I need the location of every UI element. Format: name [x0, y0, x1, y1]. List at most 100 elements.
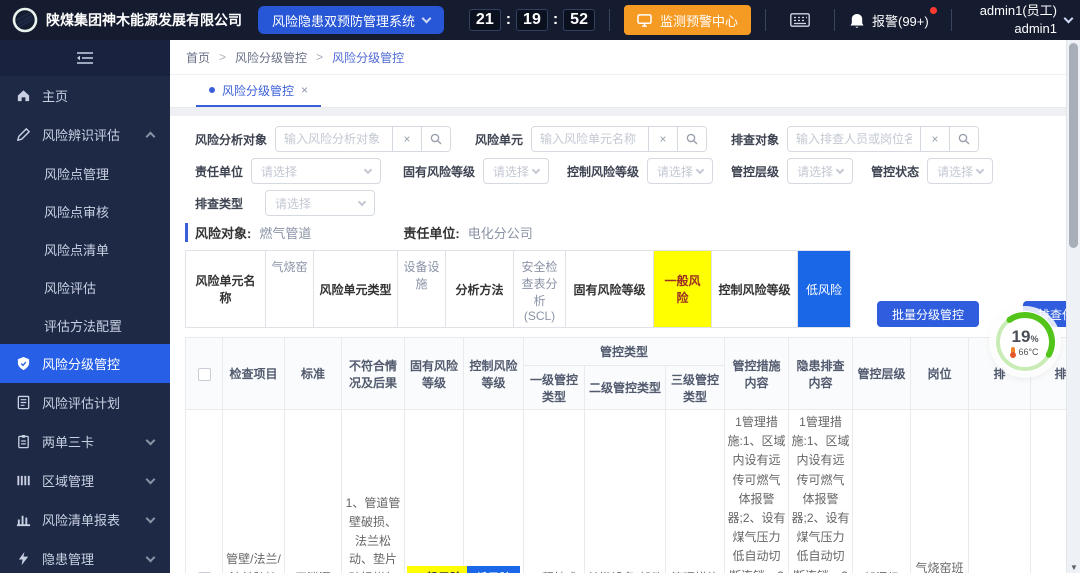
search-icon[interactable]: [949, 127, 979, 151]
alarm-button[interactable]: 报警(99+): [849, 6, 937, 30]
sidebar-item-area-management[interactable]: 区域管理: [0, 461, 170, 500]
summary-table: 风险单元名称 气烧窑 风险单元类型 设备设施 分析方法 安全检查表分析(SCL)…: [185, 250, 851, 328]
clear-icon[interactable]: ×: [648, 127, 678, 151]
select-placeholder: 请选择: [937, 164, 974, 179]
sidebar-item-label: 风险点清单: [44, 242, 110, 258]
col-group-control-type: 管控类型: [523, 337, 725, 366]
sidebar-item-hazard-management[interactable]: 隐患管理: [0, 539, 170, 573]
select-placeholder: 请选择: [493, 164, 530, 179]
divider: [950, 9, 952, 31]
search-icon[interactable]: [677, 127, 707, 151]
columns-icon: [17, 475, 30, 486]
filter-label: 管控层级: [731, 164, 780, 179]
chevron-down-icon: [975, 165, 985, 174]
system-name: 风险隐患双预防管理系统: [272, 13, 416, 29]
system-switcher-button[interactable]: 风险隐患双预防管理系统: [258, 6, 445, 34]
summary-value: 气烧窑: [266, 251, 314, 327]
select-all-checkbox[interactable]: [197, 367, 211, 381]
control-risk-badge: 低风险: [798, 251, 850, 327]
sidebar-item-risk-point-review[interactable]: 风险点审核: [0, 192, 170, 230]
breadcrumb-item-current[interactable]: 风险分级管控: [332, 49, 404, 66]
filter-label: 排查对象: [731, 132, 780, 147]
cell-control-type-2: 关键设备/部件: [584, 409, 666, 573]
inspection-object-input[interactable]: [788, 127, 921, 151]
chevron-down-icon: [835, 165, 845, 174]
lightning-icon: [18, 551, 29, 566]
sidebar-item-risk-point-list[interactable]: 风险点清单: [0, 230, 170, 268]
scrollbar-down-arrow[interactable]: ▼: [1070, 563, 1078, 572]
search-icon[interactable]: [421, 127, 451, 151]
sidebar-item-risk-list-report[interactable]: 风险清单报表: [0, 500, 170, 539]
cell-control-type-3: 管理措施: [665, 409, 725, 573]
sidebar-item-risk-point-management[interactable]: 风险点管理: [0, 154, 170, 192]
inspection-object-input-group: ×: [787, 126, 980, 152]
control-risk-level-select[interactable]: 请选择: [647, 158, 714, 184]
sidebar-item-label: 风险评估: [44, 280, 97, 296]
monitor-icon: [637, 13, 652, 27]
sidebar-item-risk-grading-control[interactable]: 风险分级管控: [0, 344, 170, 383]
table-row: 管壁/法兰/法兰跨接线路 无泄漏 1、管道管壁破损、法兰松动、垫片破损煤气泄漏人…: [185, 409, 1080, 573]
chevron-down-icon: [363, 165, 373, 174]
divider: [764, 9, 766, 31]
control-status-select[interactable]: 请选择: [927, 158, 994, 184]
clear-icon[interactable]: ×: [392, 127, 422, 151]
responsible-unit-label: 责任单位:: [403, 226, 460, 241]
risk-object-label: 风险对象:: [185, 223, 251, 242]
sidebar-item-risk-assessment[interactable]: 风险评估: [0, 268, 170, 306]
inherent-risk-level-select[interactable]: 请选择: [483, 158, 550, 184]
risk-analysis-object-input[interactable]: [276, 127, 393, 151]
clock-colon: :: [552, 11, 559, 28]
risk-unit-summary: 风险单元名称 气烧窑 风险单元类型 设备设施 分析方法 安全检查表分析(SCL)…: [185, 250, 1080, 328]
select-placeholder: 请选择: [261, 164, 298, 179]
clock-minutes: 19: [516, 9, 548, 31]
chevron-down-icon: [145, 552, 156, 562]
user-name: admin1: [1014, 21, 1057, 36]
clock-seconds: 52: [563, 9, 595, 31]
chevron-down-icon: [145, 435, 156, 445]
tab-risk-grading-control[interactable]: 风险分级管控 ×: [196, 75, 322, 107]
breadcrumb-item-risk-grading[interactable]: 风险分级管控: [235, 49, 307, 66]
sidebar-item-assessment-method-config[interactable]: 评估方法配置: [0, 306, 170, 344]
environment-gauge-widget[interactable]: 19% 66°C: [994, 311, 1056, 373]
sidebar-item-risk-assessment-plan[interactable]: 风险评估计划: [0, 383, 170, 422]
sidebar-item-two-lists-three-cards[interactable]: 两单三卡: [0, 422, 170, 461]
summary-header: 控制风险等级: [712, 251, 798, 327]
clipboard-icon: [18, 434, 29, 449]
responsible-unit-select[interactable]: 请选择: [251, 158, 382, 184]
row-select-cell: [185, 409, 223, 573]
home-icon: [17, 90, 30, 102]
breadcrumb-separator: >: [316, 50, 324, 64]
sidebar-item-home[interactable]: 主页: [0, 76, 170, 115]
chevron-down-icon: [531, 165, 541, 174]
filter-row-1: 风险分析对象 × 风险单元 × 排查对象: [185, 126, 1080, 152]
sidebar-item-label: 风险清单报表: [42, 513, 121, 528]
chevron-down-icon: [421, 13, 432, 24]
summary-header: 风险单元名称: [186, 251, 266, 327]
select-placeholder: 请选择: [797, 164, 834, 179]
col-header-control-type-3: 三级管控类型: [665, 365, 725, 410]
cell-clipped-1: [968, 409, 1031, 573]
risk-unit-input[interactable]: [532, 127, 649, 151]
cell-nonconformity: 1、管道管壁破损、法兰松动、垫片破损煤气泄漏人员吸入、泄漏煤气遇火源着: [341, 409, 405, 573]
breadcrumb-item-home[interactable]: 首页: [186, 49, 210, 66]
chevron-down-icon: [357, 197, 367, 206]
inspection-type-select[interactable]: 请选择: [265, 190, 376, 216]
inherent-risk-badge: 一般风险: [654, 251, 712, 327]
cell-control-measures: 1管理措施:1、区域内设有远传可燃气体报警器;2、设有煤气压力低自动切断连锁。2…: [724, 409, 789, 573]
user-menu[interactable]: admin1(员工) admin1: [979, 2, 1074, 37]
scrollbar-thumb[interactable]: [1069, 43, 1078, 248]
user-role: admin1(员工): [979, 3, 1057, 19]
batch-grading-control-button[interactable]: 批量分级管控: [877, 301, 980, 327]
monitoring-center-button[interactable]: 监测预警中心: [623, 5, 751, 35]
tab-close-icon[interactable]: ×: [301, 83, 308, 97]
document-icon: [17, 395, 30, 410]
clock-hours: 21: [468, 9, 501, 31]
vertical-scrollbar[interactable]: ▼: [1066, 40, 1080, 573]
sidebar-item-label: 风险辨识评估: [42, 128, 121, 143]
control-level-select[interactable]: 请选择: [787, 158, 854, 184]
clear-icon[interactable]: ×: [920, 127, 950, 151]
sidebar-item-risk-identification[interactable]: 风险辨识评估: [0, 115, 170, 154]
apps-grid-button[interactable]: [780, 13, 820, 27]
sidebar-collapse-button[interactable]: [0, 40, 170, 76]
collapse-menu-icon: [77, 52, 93, 64]
